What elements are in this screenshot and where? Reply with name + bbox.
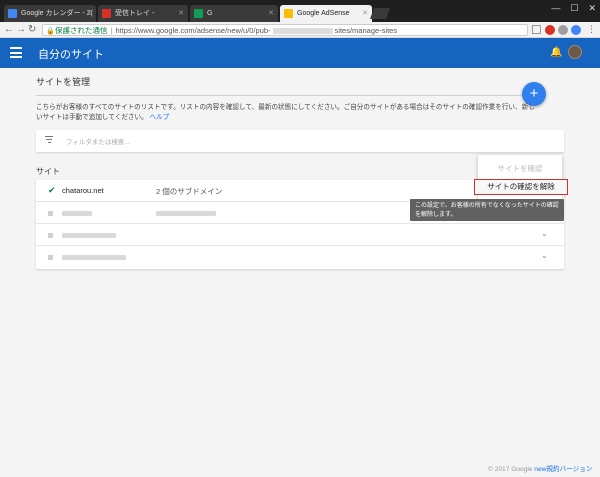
browser-tab-sheet[interactable]: G ✕: [190, 5, 278, 22]
verify-site-menu-item[interactable]: サイトを確認: [478, 163, 562, 174]
close-icon[interactable]: ✕: [268, 5, 274, 22]
tab-title: G: [207, 10, 213, 17]
description-text: こちらがお客様のすべてのサイトのリストです。リストの内容を確認して、最新の状態に…: [36, 104, 535, 121]
search-input[interactable]: フィルタまたは検索...: [66, 136, 130, 146]
adsense-favicon-icon: [284, 9, 293, 18]
secure-label: 保護された通信: [55, 26, 108, 35]
redacted-url-part: [272, 28, 333, 35]
browser-tab-calendar[interactable]: Google カレンダー - 2( ✕: [4, 5, 96, 22]
maximize-icon[interactable]: ☐: [570, 3, 578, 14]
reload-icon[interactable]: ↻: [28, 24, 36, 36]
description: こちらがお客様のすべてのサイトのリストです。リストの内容を確認して、最新の状態に…: [36, 103, 536, 123]
copyright-text: © 2017 Google: [488, 466, 533, 473]
calendar-favicon-icon: [8, 9, 17, 18]
browser-tabstrip: Google カレンダー - 2( ✕ 受信トレイ - ✕ G ✕ Google…: [0, 0, 600, 22]
chevron-down-icon[interactable]: ⌄: [541, 251, 548, 260]
browser-menu-icon[interactable]: ⋮: [587, 24, 596, 35]
redacted-site-name: [62, 233, 116, 238]
redacted-site-name: [62, 211, 92, 216]
minimize-icon[interactable]: —: [551, 3, 560, 14]
gmail-favicon-icon: [102, 9, 111, 18]
bookmark-star-icon[interactable]: [532, 25, 541, 34]
back-icon[interactable]: ←: [4, 24, 14, 36]
close-icon[interactable]: ✕: [178, 5, 184, 22]
app-header: 自分のサイト 🔔: [0, 38, 600, 68]
redacted-status: [48, 233, 53, 238]
filter-icon: [45, 136, 53, 145]
adblock-extension-icon[interactable]: [545, 25, 555, 35]
help-link[interactable]: ヘルプ: [150, 114, 170, 121]
tooltip: この設定で、お客様の所有でなくなったサイトの確認を解除します。: [410, 199, 564, 221]
browser-tab-adsense[interactable]: Google AdSense ✕: [280, 5, 372, 22]
table-row[interactable]: ⌄: [36, 246, 564, 268]
notifications-bell-icon[interactable]: 🔔: [550, 47, 562, 58]
subdomain-count: 2 個のサブドメイン: [156, 187, 223, 196]
close-icon[interactable]: ✕: [86, 5, 92, 22]
tab-title: 受信トレイ -: [115, 10, 155, 17]
window-controls: — ☐ ✕: [551, 3, 596, 14]
filter-search-box[interactable]: フィルタまたは検索...: [36, 130, 564, 152]
url-prefix: https://www.google.com/adsense/new/u/0/p…: [115, 26, 271, 35]
menu-icon[interactable]: [10, 47, 22, 58]
redacted-status: [48, 211, 53, 216]
sheet-favicon-icon: [194, 9, 203, 18]
address-bar[interactable]: 🔒 保護された通信 | https://www.google.com/adsense…: [42, 24, 528, 36]
footer: © 2017 Google new規約バージョン: [488, 463, 592, 473]
forward-icon[interactable]: →: [16, 24, 26, 36]
redacted-subdomains: [156, 211, 216, 216]
unverify-site-menu-item[interactable]: サイトの確認を解除: [474, 179, 568, 195]
tab-title: Google AdSense: [297, 10, 350, 17]
divider: [36, 95, 528, 96]
section-title: サイトを管理: [36, 77, 91, 87]
new-tab-button[interactable]: [369, 8, 391, 19]
browser-toolbar: ← → ↻ 🔒 保護された通信 | https://www.google.com/a…: [0, 22, 600, 38]
redacted-status: [48, 255, 53, 260]
extension-icon[interactable]: [558, 25, 568, 35]
browser-tab-gmail[interactable]: 受信トレイ - ✕: [98, 5, 188, 22]
tab-title: Google カレンダー - 2(: [21, 10, 93, 17]
close-window-icon[interactable]: ✕: [588, 3, 596, 14]
sites-label: サイト: [36, 167, 60, 176]
page-title: 自分のサイト: [38, 49, 104, 61]
site-context-menu: サイトを確認 サイトの確認を解除: [474, 155, 568, 199]
terms-link[interactable]: new規約バージョン: [534, 466, 592, 473]
avatar[interactable]: [568, 45, 582, 59]
lock-icon: 🔒: [46, 28, 55, 35]
redacted-site-name: [62, 255, 126, 260]
site-name: chatarou.net: [62, 186, 104, 195]
chevron-down-icon[interactable]: ⌄: [541, 229, 548, 238]
url-suffix: sites/manage-sites: [334, 26, 398, 35]
close-icon[interactable]: ✕: [362, 5, 368, 22]
check-icon: ✔: [48, 185, 56, 195]
table-row[interactable]: ⌄: [36, 224, 564, 246]
extension-icon[interactable]: [571, 25, 581, 35]
